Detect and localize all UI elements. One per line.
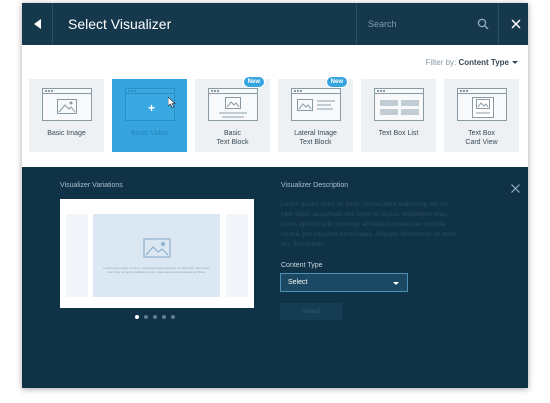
select-value: Select xyxy=(288,279,308,286)
card-label: Lateral Image Text Block xyxy=(294,130,337,146)
select-visualizer-dialog: Select Visualizer Filter by: Content Typ… xyxy=(22,3,528,388)
visualizer-card-text-box-list[interactable]: Text Box List xyxy=(361,79,436,152)
lateral-image-thumbnail-icon xyxy=(291,88,341,121)
filter-dropdown[interactable]: Filter by: Content Type xyxy=(426,58,518,67)
search-input[interactable] xyxy=(368,15,468,33)
back-button[interactable] xyxy=(22,3,52,45)
description-text: Lorem ipsum dolor sit amet, consectetur … xyxy=(281,201,456,248)
plus-icon: + xyxy=(148,101,156,115)
visualizer-card-basic-video[interactable]: + Basic Video xyxy=(112,79,187,152)
chevron-down-icon xyxy=(512,61,518,65)
header-divider xyxy=(498,3,499,45)
variations-title: Visualizer Variations xyxy=(60,182,123,189)
preview-side-left xyxy=(66,214,88,297)
select-button[interactable]: Select xyxy=(280,303,342,320)
image-placeholder-icon xyxy=(143,238,171,258)
close-icon[interactable] xyxy=(511,184,520,193)
card-label: Basic Video xyxy=(131,130,168,137)
new-badge: New xyxy=(242,76,265,88)
pagination-dot[interactable] xyxy=(135,315,139,319)
visualizer-card-lateral-image-text-block[interactable]: New Lateral Image Text Block xyxy=(278,76,353,152)
card-view-thumbnail-icon xyxy=(457,88,507,121)
pagination-dot[interactable] xyxy=(144,315,148,319)
back-arrow-icon xyxy=(33,19,41,29)
visualizer-gallery: Filter by: Content Type Basic Image + Ba… xyxy=(22,45,528,167)
preview-content: Lorem ipsum dolor sit amet, consectetur … xyxy=(93,214,220,297)
card-label: Basic Text Block xyxy=(216,130,249,146)
new-badge: New xyxy=(325,76,348,88)
filter-label: Filter by: xyxy=(425,58,457,67)
dialog-header: Select Visualizer xyxy=(22,3,528,45)
content-type-select[interactable]: Select xyxy=(280,273,408,292)
visualizer-card-text-box-card-view[interactable]: Text Box Card View xyxy=(444,79,519,152)
header-divider xyxy=(356,3,357,45)
pagination-dot[interactable] xyxy=(153,315,157,319)
variation-preview[interactable]: Lorem ipsum dolor sit amet, consectetur … xyxy=(60,199,254,308)
selection-pointer xyxy=(151,135,163,141)
text-box-list-thumbnail-icon xyxy=(374,88,424,121)
pagination-dot[interactable] xyxy=(162,315,166,319)
card-label: Text Box List xyxy=(378,130,419,137)
description-title: Visualizer Description xyxy=(281,182,349,189)
visualizer-detail-panel: Visualizer Variations Lorem ipsum dolor … xyxy=(22,167,528,388)
preview-side-right xyxy=(226,214,248,297)
card-label: Text Box Card View xyxy=(465,130,498,146)
search-icon[interactable] xyxy=(477,18,489,30)
dialog-title: Select Visualizer xyxy=(68,16,172,32)
text-block-thumbnail-icon xyxy=(208,88,258,121)
content-type-label: Content Type xyxy=(281,262,323,269)
variation-pagination xyxy=(135,315,175,319)
card-label: Basic Image xyxy=(47,130,86,137)
filter-value: Content Type xyxy=(458,58,509,67)
image-thumbnail-icon xyxy=(42,88,92,121)
visualizer-card-basic-text-block[interactable]: New Basic Text Block xyxy=(195,76,270,152)
chevron-down-icon xyxy=(393,282,399,285)
visualizer-card-basic-image[interactable]: Basic Image xyxy=(29,79,104,152)
close-icon[interactable] xyxy=(508,16,524,32)
preview-text: Lorem ipsum dolor sit amet, consectetur … xyxy=(103,266,210,274)
pagination-dot[interactable] xyxy=(171,315,175,319)
header-divider xyxy=(52,3,53,45)
mouse-cursor-icon xyxy=(168,97,176,108)
